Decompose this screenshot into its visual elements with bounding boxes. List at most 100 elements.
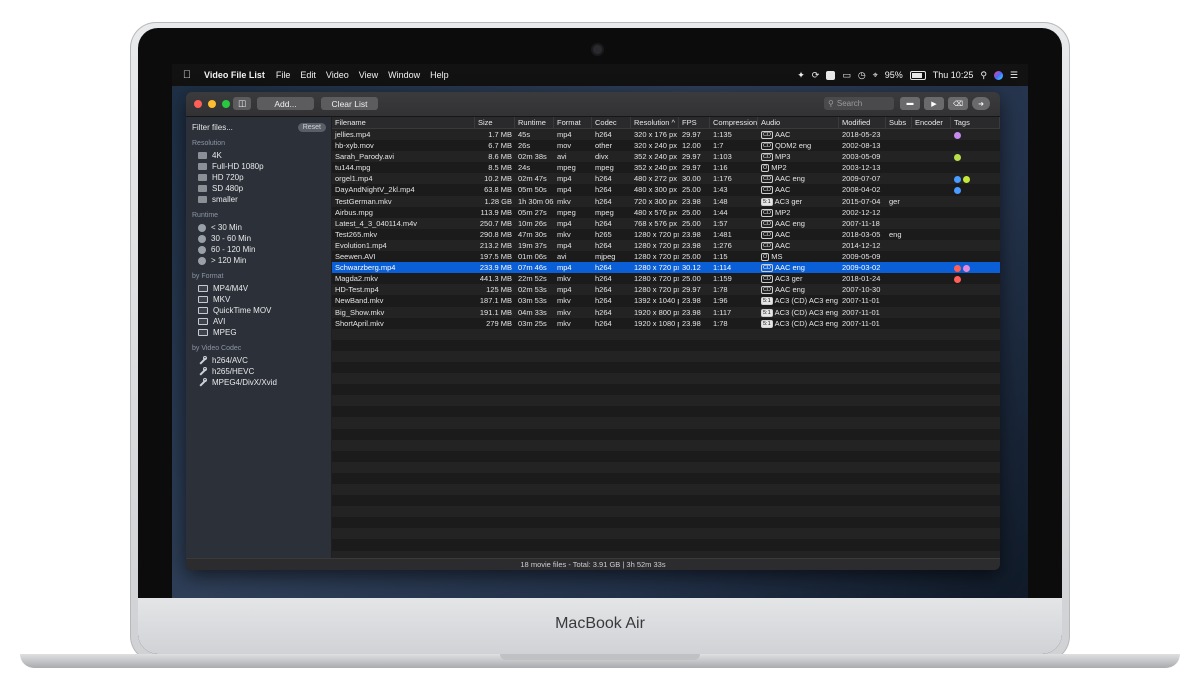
audio-tracks: AAC	[774, 185, 791, 195]
sidebar-filter-item[interactable]: MPEG4/DivX/Xvid	[186, 377, 331, 388]
sidebar-filter-item[interactable]: 60 - 120 Min	[186, 244, 331, 255]
columns-button[interactable]: ▬	[900, 97, 920, 110]
sidebar-toggle-button[interactable]: ◫	[233, 97, 251, 110]
add-button[interactable]: Add...	[257, 97, 314, 110]
table-row[interactable]: Sarah_Parody.avi 8.6 MB 02m 38s avi divx 352 …	[332, 151, 1000, 163]
menu-app-name[interactable]: Video File List	[202, 70, 271, 80]
table-row[interactable]: Evolution1.mp4 213.2 MB 19m 37s mp4 h264 1280…	[332, 239, 1000, 252]
table-row-selected[interactable]: Schwarzberg.mp4 233.9 MB 07m 46s mp4 h264 128…	[332, 262, 1000, 274]
table-row[interactable]: Seewen.AVI 197.5 MB 01m 06s avi mjpeg 1280 x …	[332, 251, 1000, 263]
sidebar-filter-item[interactable]: < 30 Min	[186, 222, 331, 233]
siri-icon[interactable]	[993, 70, 1003, 80]
sidebar-filter-item[interactable]: h265/HEVC	[186, 366, 331, 377]
empty-row	[332, 517, 1000, 529]
sidebar-filter-item[interactable]: SD 480p	[186, 183, 331, 194]
sidebar-filter-item[interactable]: MKV	[186, 294, 331, 305]
column-header-fps[interactable]: FPS	[679, 117, 710, 128]
sidebar-filter-item[interactable]: Full-HD 1080p	[186, 161, 331, 172]
table-row[interactable]: Magda2.mkv 441.3 MB 22m 52s mkv h264 1280 x 7…	[332, 273, 1000, 285]
clock[interactable]: Thu 10:25	[933, 70, 974, 80]
table-row[interactable]: HD-Test.mp4 125 MB 02m 53s mp4 h264 1280 x 72…	[332, 284, 1000, 296]
sidebar-filter-item[interactable]: h264/AVC	[186, 355, 331, 366]
sync-icon[interactable]: ⟳	[812, 70, 820, 81]
sidebar-filter-item[interactable]: 30 - 60 Min	[186, 233, 331, 244]
column-header-size[interactable]: Size	[475, 117, 515, 128]
sidebar-filter-item[interactable]: MP4/M4V	[186, 283, 331, 294]
column-header-compression[interactable]: Compression	[710, 117, 758, 128]
clear-list-button[interactable]: Clear List	[321, 97, 378, 110]
wifi-icon[interactable]: ⌖	[873, 70, 878, 81]
sidebar-filter-item[interactable]: QuickTime MOV	[186, 305, 331, 316]
cell-subs	[886, 307, 912, 318]
sidebar-filter-item[interactable]: MPEG	[186, 327, 331, 338]
play-button[interactable]: ▶	[924, 97, 944, 110]
column-header-codec[interactable]: Codec	[592, 117, 631, 128]
cell-runtime: 02m 38s	[518, 152, 547, 162]
column-header-tags[interactable]: Tags	[951, 117, 1000, 128]
notification-center-icon[interactable]: ☰	[1010, 70, 1018, 81]
reset-button[interactable]: Reset	[297, 122, 326, 132]
table-row[interactable]: tu144.mpg 8.5 MB 24s mpeg mpeg 352 x 240 px 29…	[332, 162, 1000, 174]
table-row[interactable]: Airbus.mpg 113.9 MB 05m 27s mpeg mpeg 480 x 5…	[332, 206, 1000, 218]
tag-dot[interactable]	[954, 153, 961, 161]
next-button[interactable]: ➜	[972, 97, 990, 110]
column-header-resolution[interactable]: Resolution ^	[631, 117, 679, 128]
column-header-encoder[interactable]: Encoder	[912, 117, 951, 128]
tag-dot[interactable]	[954, 175, 961, 183]
empty-row	[332, 395, 1000, 407]
cell-encoder	[912, 251, 951, 262]
audio-tracks: MP2	[774, 207, 791, 217]
menu-window[interactable]: Window	[383, 70, 425, 80]
dropbox-icon[interactable]: ✦	[797, 70, 805, 81]
column-header-audio[interactable]: Audio	[758, 117, 839, 128]
app-status-icon[interactable]	[826, 70, 836, 80]
airplay-icon[interactable]: ▭	[842, 70, 851, 81]
column-header-runtime[interactable]: Runtime	[515, 117, 554, 128]
table-row[interactable]: Latest_4_3_040114.m4v 250.7 MB 10m 26s mp4 h…	[332, 217, 1000, 229]
table-row[interactable]: Test265.mkv 290.8 MB 47m 30s mkv h265 1280 x …	[332, 228, 1000, 240]
table-row[interactable]: DayAndNightV_2kl.mp4 63.8 MB 05m 50s mp4 h26…	[332, 184, 1000, 196]
spotlight-icon[interactable]: ⚲	[980, 70, 987, 81]
sidebar-filter-item[interactable]: > 120 Min	[186, 255, 331, 266]
trash-button[interactable]: ⌫	[948, 97, 968, 110]
minimize-button[interactable]	[208, 100, 216, 108]
time-machine-icon[interactable]: ◷	[858, 70, 866, 81]
menu-file[interactable]: File	[271, 70, 296, 80]
menu-video[interactable]: Video	[321, 70, 354, 80]
sidebar-filter-item[interactable]: smaller	[186, 194, 331, 205]
apple-icon[interactable]: 	[172, 69, 202, 81]
tag-dot[interactable]	[963, 175, 970, 183]
table-row[interactable]: orgel1.mp4 10.2 MB 02m 47s mp4 h264 480 x 272…	[332, 173, 1000, 185]
close-button[interactable]	[194, 100, 202, 108]
sidebar-filter-item[interactable]: AVI	[186, 316, 331, 327]
tag-dot[interactable]	[954, 264, 961, 272]
table-row[interactable]: Big_Show.mkv 191.1 MB 04m 33s mkv h264 1920 x…	[332, 306, 1000, 318]
table-row[interactable]: ShortApril.mkv 279 MB 03m 25s mkv h264 1920 x…	[332, 317, 1000, 329]
tag-dot[interactable]	[963, 264, 970, 272]
sidebar-section-title: Resolution	[192, 140, 226, 147]
tag-dot[interactable]	[954, 186, 961, 194]
table-row[interactable]: jellies.mp4 1.7 MB 45s mp4 h264 320 x 176 px 2…	[332, 129, 1000, 141]
zoom-button[interactable]	[222, 100, 230, 108]
table-row[interactable]: hb-xyb.mov 6.7 MB 26s mov other 320 x 240 px 1…	[332, 140, 1000, 152]
column-header-filename[interactable]: Filename	[332, 117, 475, 128]
sidebar-filter-item[interactable]: 4K	[186, 150, 331, 161]
tag-dot[interactable]	[954, 275, 961, 283]
menu-view[interactable]: View	[354, 70, 383, 80]
menu-edit[interactable]: Edit	[295, 70, 321, 80]
search-field[interactable]: ⚲ Search	[824, 97, 894, 110]
battery-icon[interactable]	[909, 70, 926, 80]
tag-dot[interactable]	[954, 131, 961, 139]
cell-format: mkv	[557, 229, 571, 239]
table-row[interactable]: TestGerman.mkv 1.28 GB 1h 30m 06s mkv h264 72…	[332, 195, 1000, 207]
cell-subs	[886, 284, 912, 295]
table-row[interactable]: NewBand.mkv 187.1 MB 03m 53s mkv h264 1392 x …	[332, 295, 1000, 307]
cell-modified: 2007-11-01	[842, 307, 880, 317]
sidebar-filter-item[interactable]: HD 720p	[186, 172, 331, 183]
column-header-format[interactable]: Format	[554, 117, 592, 128]
column-header-modified[interactable]: Modified	[839, 117, 886, 128]
cell-tags	[951, 173, 1000, 184]
cell-size: 6.7 MB	[488, 141, 512, 151]
menu-help[interactable]: Help	[425, 70, 454, 80]
column-header-subs[interactable]: Subs	[886, 117, 912, 128]
